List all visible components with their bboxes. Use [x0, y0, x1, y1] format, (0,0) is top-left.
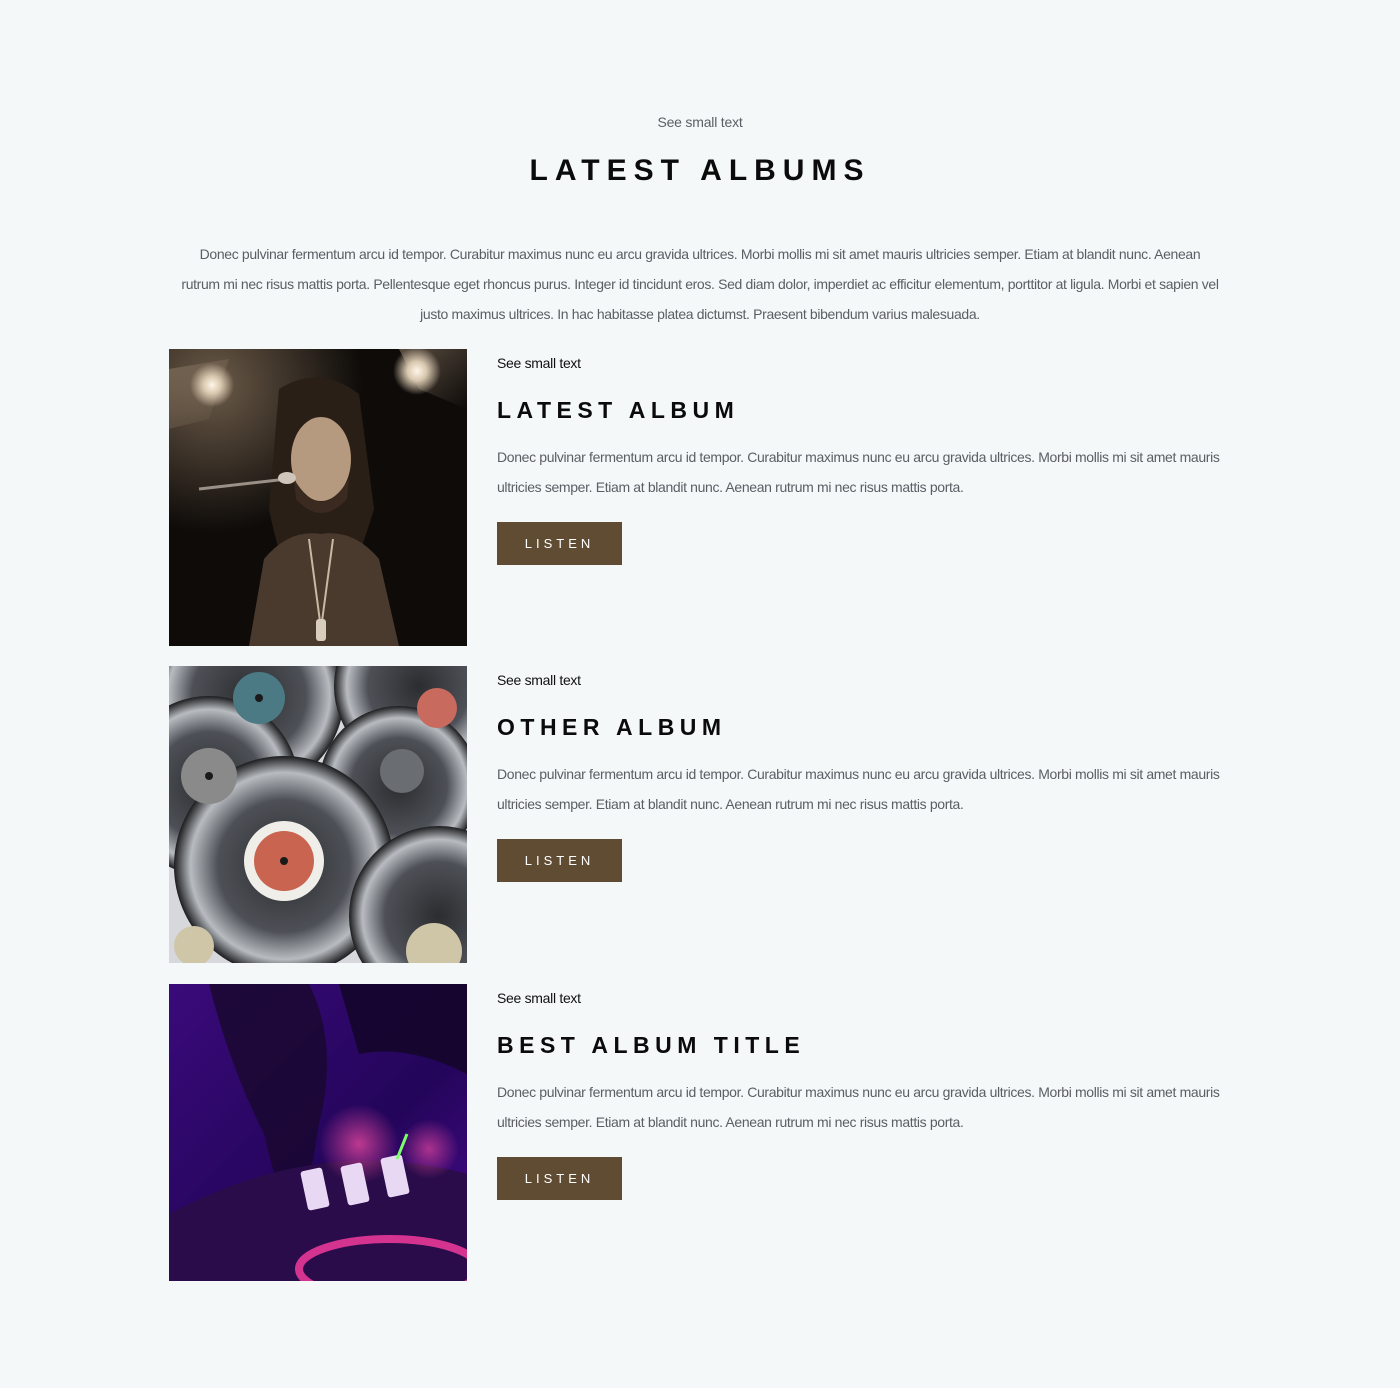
latest-albums-section: See small text LATEST ALBUMS Donec pulvi…: [0, 0, 1400, 1388]
album-description: Donec pulvinar fermentum arcu id tempor.…: [497, 449, 1220, 495]
album-card: See small text OTHER ALBUM Donec pulvina…: [169, 666, 1231, 964]
album-title: OTHER ALBUM: [497, 714, 727, 740]
listen-button[interactable]: LISTEN: [497, 522, 622, 565]
album-kicker: See small text: [497, 355, 581, 371]
album-kicker: See small text: [497, 990, 581, 1006]
section-intro: Donec pulvinar fermentum arcu id tempor.…: [181, 246, 1219, 322]
album-card: See small text BEST ALBUM TITLE Donec pu…: [169, 984, 1231, 1282]
album-card: See small text LATEST ALBUM Donec pulvin…: [169, 349, 1231, 647]
album-cover-dj-mixer-image: [169, 984, 467, 1281]
section-title: LATEST ALBUMS: [529, 154, 871, 187]
album-description: Donec pulvinar fermentum arcu id tempor.…: [497, 1084, 1220, 1130]
listen-button[interactable]: LISTEN: [497, 839, 622, 882]
album-cover-vinyl-records-image: [169, 666, 467, 963]
album-kicker: See small text: [497, 672, 581, 688]
section-kicker: See small text: [657, 114, 743, 130]
album-description: Donec pulvinar fermentum arcu id tempor.…: [497, 766, 1220, 812]
album-cover-singer-image: [169, 349, 467, 646]
listen-button[interactable]: LISTEN: [497, 1157, 622, 1200]
album-title: LATEST ALBUM: [497, 397, 740, 423]
album-title: BEST ALBUM TITLE: [497, 1032, 806, 1058]
